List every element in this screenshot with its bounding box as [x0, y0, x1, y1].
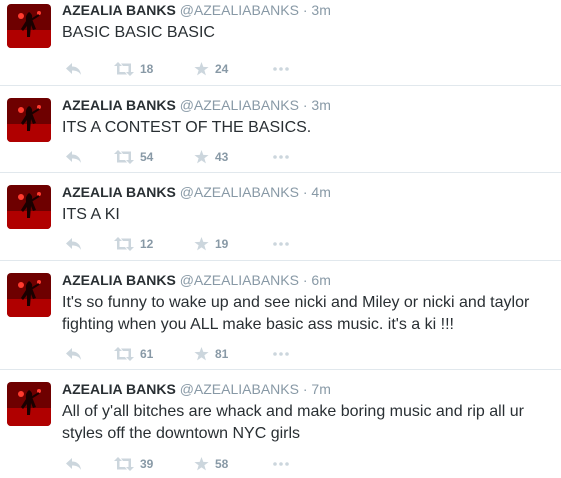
- timestamp[interactable]: 3m: [311, 97, 330, 113]
- tweet-header: AZEALIA BANKS @AZEALIABANKS · 7m: [62, 379, 553, 399]
- tweet[interactable]: AZEALIA BANKS @AZEALIABANKS · 4m ITS A K…: [0, 173, 561, 261]
- tweet[interactable]: AZEALIA BANKS @AZEALIABANKS · 3m BASIC B…: [0, 0, 561, 86]
- tweet-actions: 39 58: [62, 456, 362, 472]
- retweet-icon: [114, 150, 134, 164]
- timestamp[interactable]: 6m: [311, 272, 330, 288]
- tweet-header: AZEALIA BANKS @AZEALIABANKS · 6m: [62, 270, 553, 290]
- tweet-actions: 61 81: [62, 346, 362, 362]
- favorite-count: 58: [215, 457, 229, 471]
- reply-button[interactable]: [65, 456, 82, 472]
- retweet-count: 61: [140, 347, 154, 361]
- more-button[interactable]: [273, 346, 289, 362]
- favorite-count: 43: [215, 150, 229, 164]
- favorite-button[interactable]: 43: [194, 149, 228, 165]
- retweet-icon: [114, 347, 134, 361]
- favorite-button[interactable]: 24: [194, 61, 228, 77]
- tweet-text: BASIC BASIC BASIC: [62, 24, 215, 41]
- more-icon: [273, 462, 289, 466]
- username[interactable]: @AZEALIABANKS: [180, 97, 299, 113]
- reply-button[interactable]: [65, 61, 82, 77]
- favorite-button[interactable]: 58: [194, 456, 228, 472]
- star-icon: [194, 150, 209, 164]
- separator: ·: [302, 184, 308, 200]
- display-name[interactable]: AZEALIA BANKS: [62, 184, 176, 200]
- retweet-count: 12: [140, 237, 154, 251]
- tweet-text: ITS A KI: [62, 206, 120, 223]
- more-button[interactable]: [273, 149, 289, 165]
- avatar[interactable]: [7, 98, 51, 142]
- tweet[interactable]: AZEALIA BANKS @AZEALIABANKS · 3m ITS A C…: [0, 86, 561, 173]
- more-icon: [273, 352, 289, 356]
- display-name[interactable]: AZEALIA BANKS: [62, 381, 176, 397]
- favorite-count: 19: [215, 237, 229, 251]
- retweet-button[interactable]: 61: [114, 346, 153, 362]
- favorite-count: 81: [215, 347, 229, 361]
- reply-button[interactable]: [65, 346, 82, 362]
- star-icon: [194, 62, 209, 76]
- reply-icon: [66, 63, 81, 75]
- tweet-header: AZEALIA BANKS @AZEALIABANKS · 3m: [62, 0, 553, 20]
- tweet-actions: 18 24: [62, 61, 362, 77]
- more-button[interactable]: [273, 456, 289, 472]
- avatar[interactable]: [7, 185, 51, 229]
- avatar[interactable]: [7, 4, 51, 48]
- favorite-button[interactable]: 19: [194, 236, 228, 252]
- tweet-text: It's so funny to wake up and see nicki a…: [62, 294, 530, 333]
- timestamp[interactable]: 7m: [311, 381, 330, 397]
- retweet-button[interactable]: 18: [114, 61, 153, 77]
- star-icon: [194, 347, 209, 361]
- tweet-header: AZEALIA BANKS @AZEALIABANKS · 4m: [62, 182, 553, 202]
- tweet-feed: AZEALIA BANKS @AZEALIABANKS · 3m BASIC B…: [0, 0, 561, 478]
- more-button[interactable]: [273, 61, 289, 77]
- separator: ·: [302, 97, 308, 113]
- reply-button[interactable]: [65, 149, 82, 165]
- username[interactable]: @AZEALIABANKS: [180, 2, 299, 18]
- retweet-count: 39: [140, 457, 154, 471]
- favorite-count: 24: [215, 62, 229, 76]
- reply-icon: [66, 151, 81, 163]
- tweet-actions: 12 19: [62, 236, 362, 252]
- tweet-header: AZEALIA BANKS @AZEALIABANKS · 3m: [62, 95, 553, 115]
- avatar[interactable]: [7, 382, 51, 426]
- display-name[interactable]: AZEALIA BANKS: [62, 272, 176, 288]
- separator: ·: [302, 381, 308, 397]
- retweet-icon: [114, 237, 134, 251]
- retweet-count: 54: [140, 150, 154, 164]
- tweet-text: All of y'all bitches are whack and make …: [62, 403, 524, 442]
- reply-icon: [66, 348, 81, 360]
- more-icon: [273, 242, 289, 246]
- tweet[interactable]: AZEALIA BANKS @AZEALIABANKS · 6m It's so…: [0, 261, 561, 370]
- more-button[interactable]: [273, 236, 289, 252]
- reply-icon: [66, 458, 81, 470]
- retweet-icon: [114, 457, 134, 471]
- avatar[interactable]: [7, 273, 51, 317]
- more-icon: [273, 67, 289, 71]
- reply-icon: [66, 238, 81, 250]
- username[interactable]: @AZEALIABANKS: [180, 184, 299, 200]
- star-icon: [194, 457, 209, 471]
- retweet-icon: [114, 62, 134, 76]
- display-name[interactable]: AZEALIA BANKS: [62, 97, 176, 113]
- tweet-actions: 54 43: [62, 149, 362, 165]
- timestamp[interactable]: 4m: [311, 184, 330, 200]
- tweet[interactable]: AZEALIA BANKS @AZEALIABANKS · 7m All of …: [0, 370, 561, 478]
- retweet-button[interactable]: 12: [114, 236, 153, 252]
- tweet-text: ITS A CONTEST OF THE BASICS.: [62, 119, 312, 136]
- favorite-button[interactable]: 81: [194, 346, 228, 362]
- username[interactable]: @AZEALIABANKS: [180, 381, 299, 397]
- display-name[interactable]: AZEALIA BANKS: [62, 2, 176, 18]
- separator: ·: [302, 2, 308, 18]
- star-icon: [194, 237, 209, 251]
- reply-button[interactable]: [65, 236, 82, 252]
- timestamp[interactable]: 3m: [311, 2, 330, 18]
- username[interactable]: @AZEALIABANKS: [180, 272, 299, 288]
- retweet-button[interactable]: 39: [114, 456, 153, 472]
- more-icon: [273, 155, 289, 159]
- retweet-button[interactable]: 54: [114, 149, 153, 165]
- separator: ·: [302, 272, 308, 288]
- retweet-count: 18: [140, 62, 154, 76]
